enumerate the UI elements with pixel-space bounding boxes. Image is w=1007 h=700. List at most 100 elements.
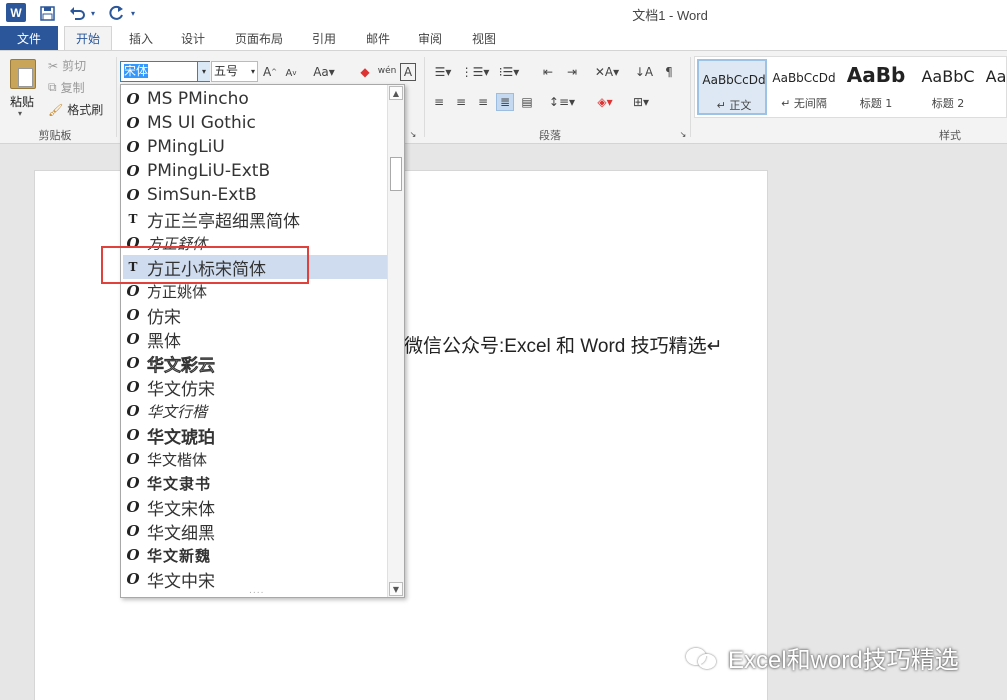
font-list-item[interactable]: O 仿宋 bbox=[123, 303, 387, 328]
font-list-item[interactable]: O MS UI Gothic bbox=[123, 111, 387, 135]
increase-indent-icon[interactable]: ⇥ bbox=[562, 63, 582, 81]
word-logo-icon[interactable]: W bbox=[6, 3, 26, 22]
font-list-item[interactable]: O 华文彩云 bbox=[123, 351, 387, 376]
paragraph-dialog-launcher-icon[interactable]: ↘ bbox=[678, 129, 688, 139]
group-separator bbox=[690, 57, 691, 137]
font-list-item-name: 黑体 bbox=[147, 331, 181, 352]
tab-review[interactable]: 审阅 bbox=[408, 26, 452, 50]
font-list-item[interactable]: O PMingLiU bbox=[123, 135, 387, 159]
font-list-item[interactable]: O MS PMincho bbox=[123, 87, 387, 111]
redo-icon[interactable] bbox=[106, 2, 128, 24]
font-list-item[interactable]: O 华文细黑 bbox=[123, 519, 387, 544]
undo-icon[interactable] bbox=[66, 2, 88, 24]
tab-view[interactable]: 视图 bbox=[462, 26, 506, 50]
tab-mailings[interactable]: 邮件 bbox=[356, 26, 400, 50]
undo-dropdown-icon[interactable]: ▾ bbox=[88, 2, 98, 24]
font-list-item[interactable]: O 华文行楷 bbox=[123, 399, 387, 423]
style-no-spacing[interactable]: AaBbCcDd ↵ 无间隔 bbox=[769, 59, 839, 115]
show-marks-icon[interactable]: ¶ bbox=[660, 63, 678, 81]
font-list-item-name: 华文新魏 bbox=[147, 546, 212, 565]
style-normal[interactable]: AaBbCcDd ↵ 正文 bbox=[697, 59, 767, 115]
tab-page-layout[interactable]: 页面布局 bbox=[226, 26, 292, 50]
copy-icon: ⧉ bbox=[48, 80, 57, 94]
clear-formatting-icon[interactable]: ◆ bbox=[356, 63, 374, 81]
font-list-item[interactable]: O 华文仿宋 bbox=[123, 375, 387, 400]
scroll-up-icon[interactable]: ▲ bbox=[389, 86, 403, 100]
style-heading-1[interactable]: AaBb 标题 1 bbox=[841, 59, 911, 115]
font-name-dropdown-icon[interactable]: ▾ bbox=[197, 62, 210, 81]
font-list-item[interactable]: O PMingLiU-ExtB bbox=[123, 159, 387, 183]
font-dialog-launcher-icon[interactable]: ↘ bbox=[408, 129, 418, 139]
opentype-font-icon: O bbox=[126, 402, 140, 420]
opentype-font-icon: O bbox=[126, 474, 140, 492]
tab-references[interactable]: 引用 bbox=[302, 26, 346, 50]
numbering-icon[interactable]: ⋮☰▾ bbox=[461, 63, 490, 81]
phonetic-guide-icon[interactable]: wén bbox=[378, 61, 397, 81]
cut-button[interactable]: ✂ 剪切 bbox=[48, 57, 86, 74]
font-list-item[interactable]: O 华文楷体 bbox=[123, 447, 387, 471]
align-left-icon[interactable]: ≡ bbox=[430, 93, 448, 111]
font-list-item-name: 华文仿宋 bbox=[147, 379, 215, 400]
opentype-font-icon: O bbox=[126, 162, 140, 180]
font-list-item[interactable]: O 华文琥珀 bbox=[123, 423, 387, 448]
opentype-font-icon: O bbox=[126, 138, 140, 156]
copy-button[interactable]: ⧉ 复制 bbox=[48, 79, 85, 96]
font-size-input[interactable]: 五号 ▾ bbox=[211, 61, 258, 82]
font-list-item[interactable]: O SimSun-ExtB bbox=[123, 183, 387, 207]
font-list-item-name: 华文楷体 bbox=[147, 450, 208, 469]
font-list-scrollbar[interactable]: ▲ ▼ bbox=[387, 85, 404, 597]
resize-grip[interactable]: .... bbox=[249, 586, 264, 596]
document-text[interactable]: 微信公众号:Excel 和 Word 技巧精选↵ bbox=[404, 331, 723, 358]
change-case-button[interactable]: Aa ▾ bbox=[310, 63, 338, 81]
align-right-icon[interactable]: ≡ bbox=[474, 93, 492, 111]
tab-insert[interactable]: 插入 bbox=[118, 26, 164, 50]
brush-icon: 🖌 bbox=[48, 102, 64, 117]
character-border-icon[interactable]: A bbox=[400, 63, 416, 81]
watermark: Excel和word技巧精选 bbox=[684, 640, 959, 675]
paste-icon[interactable] bbox=[10, 59, 36, 89]
shading-icon[interactable]: ◈▾ bbox=[590, 93, 620, 111]
style-title[interactable]: Aa bbox=[985, 59, 1007, 115]
distributed-icon[interactable]: ▤ bbox=[518, 93, 536, 111]
group-separator bbox=[424, 57, 425, 137]
justify-icon[interactable]: ≣ bbox=[496, 93, 514, 111]
tab-home[interactable]: 开始 bbox=[64, 26, 112, 50]
font-list-item[interactable]: T 方正兰亭超细黑简体 bbox=[123, 207, 387, 232]
multilevel-list-icon[interactable]: ⁝☰▾ bbox=[494, 63, 524, 81]
line-spacing-icon[interactable]: ↕≡▾ bbox=[548, 93, 576, 111]
font-list-item-name: MS UI Gothic bbox=[147, 113, 256, 133]
bullets-icon[interactable]: ☰▾ bbox=[430, 63, 456, 81]
style-heading-2[interactable]: AaBbC 标题 2 bbox=[913, 59, 983, 115]
paste-button-label[interactable]: 粘贴 bbox=[10, 93, 34, 110]
font-list-item[interactable]: O 华文新魏 bbox=[123, 543, 387, 567]
customize-toolbar-icon[interactable]: ▾ bbox=[128, 2, 138, 24]
opentype-font-icon: O bbox=[126, 90, 140, 108]
save-icon[interactable] bbox=[36, 2, 58, 24]
font-size-dropdown-icon[interactable]: ▾ bbox=[251, 62, 255, 81]
sort-icon[interactable]: ↓A bbox=[634, 63, 654, 81]
grow-font-icon[interactable]: A ^ bbox=[262, 63, 278, 81]
format-painter-button[interactable]: 🖌 格式刷 bbox=[48, 101, 103, 118]
font-list-item-name: 华文彩云 bbox=[147, 355, 216, 376]
scroll-thumb[interactable] bbox=[390, 157, 402, 191]
shrink-font-icon[interactable]: Av bbox=[284, 65, 298, 81]
tab-file[interactable]: 文件 bbox=[0, 26, 58, 50]
paste-dropdown-icon[interactable]: ▾ bbox=[18, 109, 22, 118]
opentype-font-icon: O bbox=[126, 306, 140, 324]
font-list-item-name: PMingLiU bbox=[147, 137, 225, 157]
decrease-indent-icon[interactable]: ⇤ bbox=[538, 63, 558, 81]
font-dropdown-list[interactable]: O MS PMincho O MS UI Gothic O PMingLiU O PMingL… bbox=[120, 84, 405, 598]
font-list-item[interactable]: O 黑体 bbox=[123, 327, 387, 352]
styles-gallery: AaBbCcDd ↵ 正文 AaBbCcDd ↵ 无间隔 AaBb 标题 1 A… bbox=[694, 56, 1007, 118]
tab-design[interactable]: 设计 bbox=[170, 26, 216, 50]
opentype-font-icon: O bbox=[126, 570, 140, 588]
font-list-item[interactable]: O 华文隶书 bbox=[123, 471, 387, 495]
align-center-icon[interactable]: ≡ bbox=[452, 93, 470, 111]
font-list-item[interactable]: O 华文宋体 bbox=[123, 495, 387, 520]
opentype-font-icon: O bbox=[126, 186, 140, 204]
scroll-down-icon[interactable]: ▼ bbox=[389, 582, 403, 596]
chinese-layout-icon[interactable]: ✕A▾ bbox=[592, 63, 622, 81]
truetype-font-icon: T bbox=[128, 212, 138, 226]
borders-icon[interactable]: ⊞▾ bbox=[626, 93, 656, 111]
font-list-item-name: PMingLiU-ExtB bbox=[147, 161, 271, 181]
